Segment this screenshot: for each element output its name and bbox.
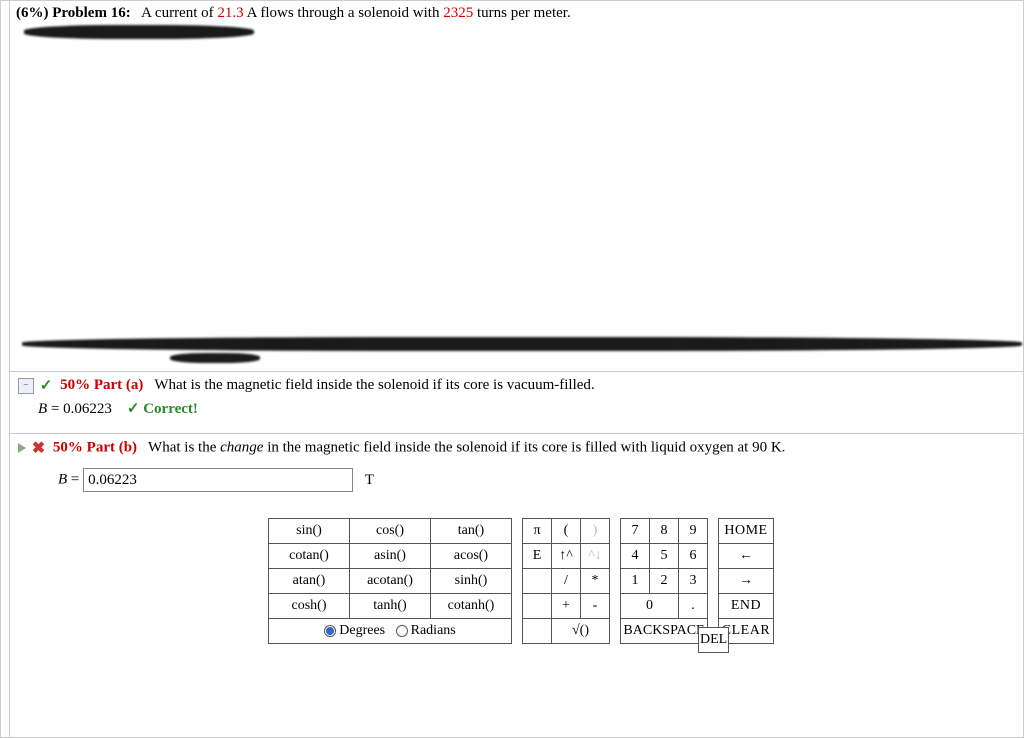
num-6[interactable]: 6 [679, 544, 708, 569]
part-a-label: Part (a) [94, 377, 144, 393]
fn-atan[interactable]: atan() [269, 569, 350, 594]
sym-power-down[interactable]: ^↓ [581, 544, 610, 569]
page: (6%) Problem 16: A current of 21.3 A flo… [0, 0, 1024, 738]
num-5[interactable]: 5 [650, 544, 679, 569]
part-a-value: 0.06223 [63, 401, 112, 417]
stem-mid: A flows through a solenoid with [244, 5, 444, 21]
correct-label: Correct! [143, 401, 198, 417]
fn-sin[interactable]: sin() [269, 519, 350, 544]
sym-minus[interactable]: - [581, 594, 610, 619]
sym-lparen[interactable]: ( [552, 519, 581, 544]
problem-header: (6%) Problem 16: A current of 21.3 A flo… [10, 1, 1023, 24]
problem-label: Problem 16: [52, 5, 130, 21]
q-em: change [220, 439, 263, 455]
fn-acos[interactable]: acos() [431, 544, 512, 569]
part-b-label: Part (b) [87, 439, 137, 455]
redaction-mark [24, 25, 254, 39]
num-2[interactable]: 2 [650, 569, 679, 594]
sym-blank [523, 619, 552, 644]
var-b: B [38, 401, 47, 417]
radio-degrees[interactable] [324, 625, 336, 637]
sym-blank [523, 594, 552, 619]
collapse-icon[interactable]: − [18, 378, 34, 394]
fn-tan[interactable]: tan() [431, 519, 512, 544]
key-right[interactable]: → [719, 569, 774, 594]
inner-frame: (6%) Problem 16: A current of 21.3 A flo… [9, 1, 1023, 737]
correct-check-icon: ✓ [127, 401, 140, 417]
num-4[interactable]: 4 [621, 544, 650, 569]
sym-div[interactable]: / [552, 569, 581, 594]
q-post: in the magnetic field inside the solenoi… [263, 439, 785, 455]
fn-cotanh[interactable]: cotanh() [431, 594, 512, 619]
num-1[interactable]: 1 [621, 569, 650, 594]
fn-asin[interactable]: asin() [350, 544, 431, 569]
expand-icon[interactable] [18, 443, 26, 453]
keypad-controls: HOME ← → END CLEAR [718, 518, 774, 644]
keypad-symbols: π ( ) E ↑^ ^↓ / * [522, 518, 610, 644]
redaction-mark [22, 337, 1022, 351]
fn-cos[interactable]: cos() [350, 519, 431, 544]
current-value: 21.3 [217, 5, 243, 21]
num-7[interactable]: 7 [621, 519, 650, 544]
fn-tanh[interactable]: tanh() [350, 594, 431, 619]
sym-rparen[interactable]: ) [581, 519, 610, 544]
answer-unit: T [365, 472, 374, 488]
key-home[interactable]: HOME [719, 519, 774, 544]
stem-pre: A current of [141, 5, 217, 21]
sym-plus[interactable]: + [552, 594, 581, 619]
sym-mul[interactable]: * [581, 569, 610, 594]
answer-input-row: B = T [18, 458, 1015, 502]
part-b-block: ✖ 50% Part (b) What is the change in the… [10, 433, 1023, 648]
q-pre: What is the [148, 439, 220, 455]
key-del[interactable]: DEL [699, 628, 729, 653]
num-0[interactable]: 0 [621, 594, 679, 619]
part-a-question: What is the magnetic field inside the so… [154, 377, 594, 393]
x-icon: ✖ [32, 438, 45, 458]
problem-weight: (6%) [16, 5, 49, 21]
part-a-answer: B = 0.06223 ✓ Correct! [18, 395, 1015, 424]
key-backspace[interactable]: BACKSPACE [621, 619, 708, 644]
num-3[interactable]: 3 [679, 569, 708, 594]
keypad: sin() cos() tan() cotan() asin() acos() … [268, 518, 1015, 644]
keypad-numbers: 7 8 9 4 5 6 1 2 3 0 [620, 518, 708, 644]
part-a-weight: 50% [60, 377, 90, 393]
part-b-weight: 50% [53, 439, 83, 455]
fn-sinh[interactable]: sinh() [431, 569, 512, 594]
num-dot[interactable]: . [679, 594, 708, 619]
var-b: B [58, 472, 67, 488]
key-end[interactable]: END [719, 594, 774, 619]
answer-input[interactable] [83, 468, 353, 492]
num-8[interactable]: 8 [650, 519, 679, 544]
sym-pi[interactable]: π [523, 519, 552, 544]
check-icon: ✓ [40, 376, 53, 395]
turns-value: 2325 [443, 5, 473, 21]
keypad-functions: sin() cos() tan() cotan() asin() acos() … [268, 518, 512, 644]
radio-radians[interactable] [396, 625, 408, 637]
sym-power-up[interactable]: ↑^ [552, 544, 581, 569]
key-left[interactable]: ← [719, 544, 774, 569]
fn-cotan[interactable]: cotan() [269, 544, 350, 569]
part-a-block: − ✓ 50% Part (a) What is the magnetic fi… [10, 371, 1023, 428]
angle-mode-row: Degrees Radians [269, 619, 512, 644]
sym-sqrt[interactable]: √() [552, 619, 610, 644]
stem-post: turns per meter. [473, 5, 570, 21]
fn-acotan[interactable]: acotan() [350, 569, 431, 594]
fn-cosh[interactable]: cosh() [269, 594, 350, 619]
sym-blank [523, 569, 552, 594]
sym-e[interactable]: E [523, 544, 552, 569]
redaction-mark [170, 353, 260, 363]
num-9[interactable]: 9 [679, 519, 708, 544]
